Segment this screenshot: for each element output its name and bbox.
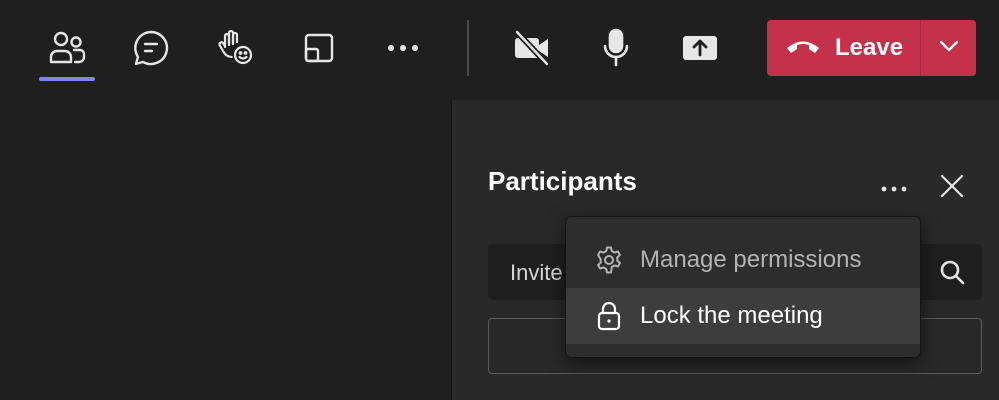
more-actions-button[interactable] (373, 18, 433, 78)
rooms-button[interactable] (289, 18, 349, 78)
more-options-icon (881, 179, 907, 197)
microphone-button[interactable] (586, 18, 646, 78)
people-icon (48, 30, 86, 66)
menu-item-manage-permissions[interactable]: Manage permissions (566, 232, 920, 288)
leave-options-button[interactable] (921, 20, 976, 76)
meeting-stage (0, 100, 450, 400)
share-screen-button[interactable] (670, 18, 730, 78)
leave-button-group: Leave (767, 20, 976, 76)
participants-options-menu: Manage permissions Lock the meeting (565, 216, 921, 358)
microphone-icon (601, 28, 631, 68)
chevron-down-icon (939, 39, 959, 57)
search-icon[interactable] (936, 256, 968, 288)
leave-label: Leave (835, 34, 904, 61)
hang-up-icon (785, 37, 821, 60)
more-actions-icon (386, 43, 420, 53)
share-screen-icon (681, 33, 719, 63)
close-icon (940, 174, 964, 203)
people-button[interactable] (37, 18, 97, 78)
panel-more-button[interactable] (876, 170, 912, 206)
gear-icon (593, 244, 625, 276)
chat-icon (132, 29, 170, 67)
menu-item-label: Lock the meeting (640, 302, 823, 329)
toolbar-divider (467, 20, 469, 76)
chat-button[interactable] (121, 18, 181, 78)
reactions-button[interactable] (205, 18, 265, 78)
menu-item-lock-meeting[interactable]: Lock the meeting (566, 288, 920, 344)
panel-title: Participants (488, 166, 637, 196)
camera-button[interactable] (502, 18, 562, 78)
menu-item-label: Manage permissions (640, 246, 862, 273)
camera-off-icon (512, 29, 552, 67)
invite-placeholder: Invite (510, 260, 563, 285)
leave-button[interactable]: Leave (767, 20, 920, 76)
meeting-toolbar: Leave (0, 0, 999, 100)
active-tab-indicator (39, 77, 95, 81)
lock-icon (593, 300, 625, 332)
close-panel-button[interactable] (934, 170, 970, 206)
rooms-icon (302, 31, 336, 65)
raise-hand-icon (216, 29, 254, 67)
